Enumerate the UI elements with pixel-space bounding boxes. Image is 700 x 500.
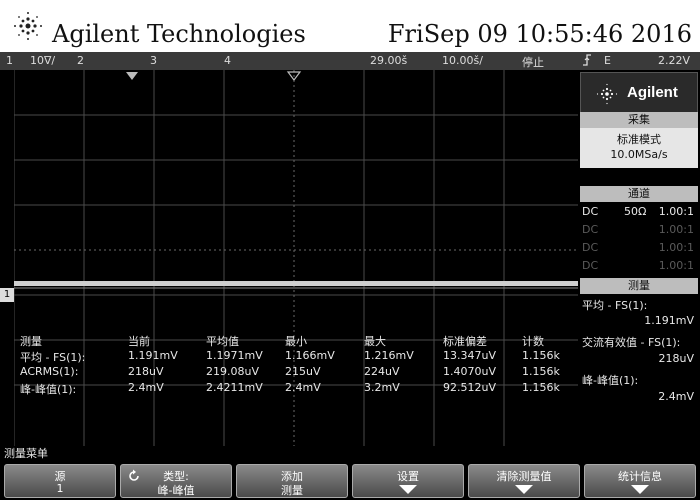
- channel-1-scale[interactable]: 10∇/: [30, 54, 55, 67]
- horizontal-delay[interactable]: 29.00š: [370, 54, 407, 67]
- source-softkey[interactable]: 源 1: [4, 464, 116, 498]
- channel-coupling: DC: [582, 223, 599, 236]
- softkey-label: 统计信息: [618, 470, 662, 483]
- down-arrow-icon: [631, 485, 649, 494]
- channel-probe-ratio: 1.00:1: [658, 223, 694, 236]
- status-bar: 1 10∇/ 2 3 4 29.00š 10.00š/ 停止 E 2.22V: [0, 52, 700, 70]
- measure-section-title: 测量: [580, 278, 698, 294]
- table-cell: 2.4mV: [128, 381, 164, 394]
- table-cell: 13.347uV: [443, 349, 496, 362]
- table-cell: 1.191mV: [128, 349, 178, 362]
- channel-4-number[interactable]: 4: [224, 54, 231, 67]
- table-header-count: 计数: [522, 335, 544, 348]
- softkey-value: 峰-峰值: [157, 484, 195, 497]
- measure-value: 1.191mV: [644, 314, 694, 327]
- agilent-badge: Agilent: [580, 72, 698, 116]
- table-cell: 3.2mV: [364, 381, 400, 394]
- trigger-source[interactable]: E: [604, 54, 611, 67]
- down-arrow-icon: [515, 485, 533, 494]
- table-header-min: 最小: [285, 335, 307, 348]
- settings-softkey[interactable]: 设置: [352, 464, 464, 498]
- measure-label: 平均 - FS(1):: [582, 299, 648, 312]
- table-cell: 224uV: [364, 365, 400, 378]
- timebase-scale[interactable]: 10.00š/: [442, 54, 483, 67]
- type-softkey[interactable]: 类型: 峰-峰值: [120, 464, 232, 498]
- agilent-spark-logo-icon: [596, 83, 618, 105]
- table-cell: 219.08uV: [206, 365, 259, 378]
- channel-coupling: DC: [582, 205, 599, 218]
- table-cell: 2.4211mV: [206, 381, 263, 394]
- channel-2-number[interactable]: 2: [77, 54, 84, 67]
- acquisition-section-title: 采集: [580, 112, 698, 128]
- table-header-current: 当前: [128, 335, 150, 348]
- datetime-label: FriSep 09 10:55:46 2016: [387, 20, 692, 48]
- channel-probe-ratio: 1.00:1: [658, 259, 694, 272]
- softkey-value: 1: [56, 482, 64, 495]
- table-cell: 峰-峰值(1):: [20, 383, 77, 396]
- channel-coupling: DC: [582, 259, 599, 272]
- softkey-label: 设置: [397, 470, 419, 483]
- channel-probe-ratio: 1.00:1: [658, 241, 694, 254]
- measure-section: 平均 - FS(1): 1.191mV 交流有效值 - FS(1): 218uV…: [580, 294, 698, 414]
- channel-section-title: 通道: [580, 186, 698, 202]
- waveform-display[interactable]: 1 测量 当前 平均值 最小 最大 标准偏差 计数 平均 - FS(1): 1.…: [0, 70, 578, 446]
- agilent-badge-label: Agilent: [627, 84, 678, 101]
- add-measurement-softkey[interactable]: 添加 测量: [236, 464, 348, 498]
- clear-measurements-softkey[interactable]: 清除测量值: [468, 464, 580, 498]
- right-info-panel: Agilent 采集 标准模式 10.0MSa/s 通道 DC 50Ω 1.00…: [578, 70, 700, 446]
- channel-3-number[interactable]: 3: [150, 54, 157, 67]
- channel-coupling: DC: [582, 241, 599, 254]
- table-cell: 1.166mV: [285, 349, 335, 362]
- acquisition-section: 标准模式 10.0MSa/s: [580, 128, 698, 168]
- table-cell: 1.156k: [522, 365, 560, 378]
- table-header-measure: 测量: [20, 335, 42, 348]
- table-header-max: 最大: [364, 335, 386, 348]
- table-cell: 92.512uV: [443, 381, 496, 394]
- down-arrow-icon: [399, 485, 417, 494]
- table-cell: 2.4mV: [285, 381, 321, 394]
- table-cell: 1.4070uV: [443, 365, 496, 378]
- table-cell: 1.1971mV: [206, 349, 263, 362]
- softkey-bar: 源 1 类型: 峰-峰值 添加 测量 设置 清除测量值 统计信息: [0, 462, 700, 500]
- channel-1-trace: [14, 281, 578, 286]
- table-cell: 215uV: [285, 365, 321, 378]
- trigger-edge-icon: [582, 53, 592, 70]
- channel-row-1[interactable]: DC 50Ω 1.00:1: [580, 203, 698, 221]
- table-cell: 平均 - FS(1):: [20, 351, 86, 364]
- channel-probe-ratio: 1.00:1: [658, 205, 694, 218]
- table-cell: 1.216mV: [364, 349, 414, 362]
- table-cell: 218uV: [128, 365, 164, 378]
- table-header-mean: 平均值: [206, 335, 239, 348]
- table-cell: ACRMS(1):: [20, 365, 79, 378]
- channel-impedance: 50Ω: [624, 205, 647, 218]
- channel-row-4[interactable]: DC 1.00:1: [580, 257, 698, 275]
- menu-title: 测量菜单: [0, 446, 700, 462]
- measure-label: 峰-峰值(1):: [582, 374, 639, 387]
- measure-label: 交流有效值 - FS(1):: [582, 336, 681, 349]
- channel-1-number[interactable]: 1: [6, 54, 13, 67]
- channel-1-ground-marker[interactable]: 1: [0, 288, 14, 302]
- agilent-spark-logo-icon: [14, 12, 42, 40]
- sample-rate: 10.0MSa/s: [610, 148, 668, 161]
- measure-value: 218uV: [658, 352, 695, 365]
- measure-value: 2.4mV: [658, 390, 694, 403]
- brand-title: Agilent Technologies: [52, 20, 306, 48]
- channel-row-2[interactable]: DC 1.00:1: [580, 221, 698, 239]
- acquisition-mode: 标准模式: [617, 133, 661, 146]
- softkey-label: 清除测量值: [496, 470, 552, 483]
- trigger-level[interactable]: 2.22V: [658, 54, 690, 67]
- table-cell: 1.156k: [522, 349, 560, 362]
- table-cell: 1.156k: [522, 381, 560, 394]
- run-state: 停止: [522, 56, 544, 69]
- softkey-value: 测量: [281, 484, 303, 497]
- header-bar: Agilent Technologies FriSep 09 10:55:46 …: [0, 0, 700, 52]
- statistics-softkey[interactable]: 统计信息: [584, 464, 696, 498]
- table-header-stddev: 标准偏差: [443, 335, 487, 348]
- channel-row-3[interactable]: DC 1.00:1: [580, 239, 698, 257]
